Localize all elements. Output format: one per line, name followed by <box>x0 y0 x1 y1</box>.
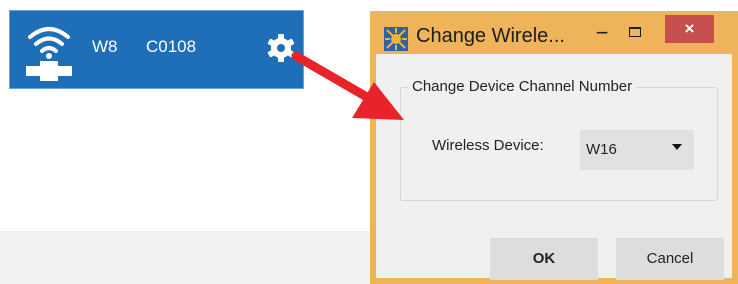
background-strip <box>0 231 374 284</box>
gear-icon[interactable] <box>266 33 296 63</box>
device-name: W8 <box>92 37 118 56</box>
app-logo-icon <box>384 27 408 51</box>
minimize-button[interactable]: − <box>589 22 615 47</box>
change-wireless-dialog: Change Wirele... − × Change Device Chann… <box>370 11 738 284</box>
cancel-button[interactable]: Cancel <box>616 238 724 280</box>
dialog-titlebar[interactable]: Change Wirele... − × <box>370 11 738 55</box>
dropdown-arrow-icon <box>672 144 682 150</box>
wireless-device-value: W16 <box>586 141 617 158</box>
wireless-device-select[interactable]: W16 <box>580 130 694 170</box>
maximize-button[interactable] <box>623 24 649 48</box>
device-code: C0108 <box>146 37 197 56</box>
wireless-device-label: Wireless Device: <box>432 137 544 154</box>
group-title: Change Device Channel Number <box>408 78 637 95</box>
dialog-body: Change Device Channel Number Wireless De… <box>376 54 732 280</box>
dialog-title: Change Wirele... <box>416 25 565 47</box>
device-tile[interactable]: W8 C0108 <box>9 10 304 89</box>
maximize-icon <box>629 27 641 37</box>
wireless-device-icon <box>26 27 72 81</box>
ok-button[interactable]: OK <box>490 238 598 280</box>
close-button[interactable]: × <box>665 15 714 43</box>
